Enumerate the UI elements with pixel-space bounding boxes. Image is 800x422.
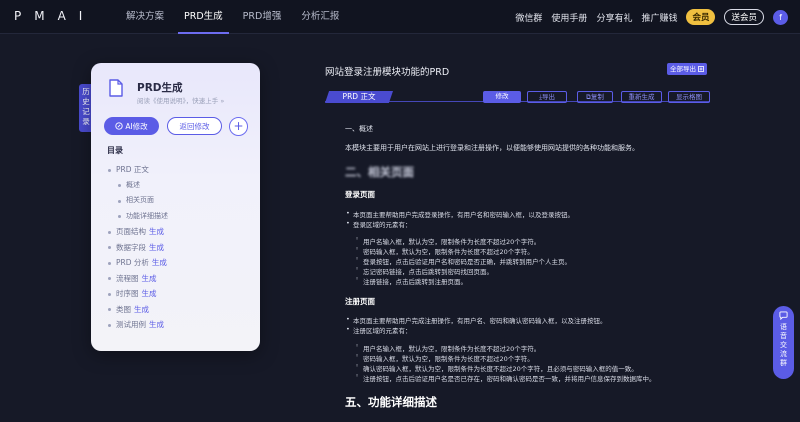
toc-item-label: 数据字段 — [116, 242, 146, 252]
toc-generate-link[interactable]: 生成 — [134, 305, 149, 314]
section-related-pages-heading: 二、相关页面 — [345, 165, 414, 179]
list-item: 密码输入框，默认为空，限制条件为长度不超过20个字符。 — [355, 245, 534, 256]
ai-edit-icon — [115, 122, 123, 130]
nav-right: 微信群 使用手册 分享有礼 推广赚钱 会员 送会员 f — [515, 0, 788, 34]
toc-item-label: PRD 分析 — [116, 258, 149, 267]
toc-item[interactable]: PRD 正文 — [107, 162, 257, 178]
nav-item-solutions[interactable]: 解决方案 — [116, 0, 174, 34]
list-item: 忘记密码链接，点击后跳转到密码找回页面。 — [355, 265, 493, 276]
toc-generate-link[interactable]: 生成 — [149, 243, 164, 252]
voice-group-button[interactable]: 语音交流群 — [773, 306, 794, 379]
toc-item[interactable]: 概述 — [107, 178, 257, 194]
toc-item-label: 概述 — [126, 180, 140, 189]
copy-button[interactable]: ⧉复制 — [577, 91, 613, 103]
toc-item-label: 功能详细描述 — [126, 211, 168, 220]
back-edit-button[interactable]: 返回修改 — [167, 117, 222, 135]
toc-item-label: 页面结构 — [116, 227, 146, 236]
list-item: 登录按钮，点击后验证用户名和密码是否正确，并跳转到用户个人主页。 — [355, 255, 571, 266]
top-nav-bar: PMAI 解决方案 PRD生成 PRD增强 分析汇报 微信群 使用手册 分享有礼… — [0, 0, 800, 34]
nav-item-prd-generate[interactable]: PRD生成 — [174, 0, 233, 34]
list-item: 注册区域的元素有： — [346, 325, 411, 335]
nav-link-share-reward[interactable]: 分享有礼 — [596, 11, 632, 24]
nav-link-promote-earn[interactable]: 推广赚钱 — [641, 11, 677, 24]
toc-item-label: 相关页面 — [126, 196, 154, 204]
add-button[interactable]: + — [229, 117, 248, 136]
section-overview-heading: 一、概述 — [345, 125, 373, 133]
toc-generate-link[interactable]: 生成 — [149, 227, 164, 236]
export-all-button[interactable]: 全部导出 — [667, 63, 708, 75]
toc-item[interactable]: 相关页面 — [107, 193, 257, 209]
nav-item-prd-enhance[interactable]: PRD增强 — [233, 0, 292, 34]
gift-membership-button[interactable]: 送会员 — [724, 9, 764, 25]
vip-button[interactable]: 会员 — [686, 9, 716, 25]
export-icon — [698, 66, 704, 72]
ai-edit-button[interactable]: AI修改 — [104, 117, 159, 135]
document-icon — [109, 79, 123, 97]
nav-link-wechat-group[interactable]: 微信群 — [515, 11, 542, 24]
ai-edit-label: AI修改 — [125, 121, 148, 131]
export-button[interactable]: ⤓导出 — [527, 91, 567, 103]
brand-logo[interactable]: PMAI — [14, 9, 95, 23]
list-item: 密码输入框，默认为空，限制条件为长度不超过20个字符。 — [355, 352, 534, 363]
toc-list: PRD 正文 概述 相关页面 功能详细描述 页面结构 生成 数据字段 生成 PRD 分析 生成 流程… — [107, 162, 257, 333]
voice-group-label: 语音交流群 — [780, 323, 787, 367]
toc-item-label: 类图 — [116, 304, 131, 314]
toc-generate-link[interactable]: 生成 — [142, 274, 157, 283]
list-item: 注册链接，点击后跳转到注册页面。 — [355, 275, 467, 286]
toc-generate-link[interactable]: 生成 — [142, 289, 157, 298]
prd-sidebar-card: PRD生成 阅读《使用说明》，快速上手 » AI修改 返回修改 + 目录 PRD… — [91, 63, 260, 351]
copy-label: 复制 — [590, 93, 604, 101]
register-page-heading: 注册页面 — [345, 297, 375, 306]
regenerate-button[interactable]: 重新生成 — [621, 91, 662, 103]
toc-item[interactable]: 流程图 生成 — [107, 271, 257, 287]
edit-button[interactable]: 修改 — [483, 91, 521, 103]
toc-item[interactable]: 页面结构 生成 — [107, 224, 257, 240]
prd-document-body: 一、概述 本模块主要用于用户在网站上进行登录和注册操作，以便能够使用网站提供的各… — [325, 112, 710, 422]
toc-item-label: 测试用例 — [116, 320, 146, 329]
sidebar-title: PRD生成 — [137, 82, 183, 94]
list-item: 本页面主要帮助用户完成登录操作，有用户名和密码输入框，以及登录按钮。 — [346, 209, 574, 219]
toc-item[interactable]: 测试用例 生成 — [107, 317, 257, 333]
avatar[interactable]: f — [773, 9, 788, 25]
toc-title: 目录 — [107, 146, 123, 155]
show-grid-button[interactable]: 显示格图 — [668, 91, 710, 103]
list-item: 用户名输入框，默认为空，限制条件为长度不超过20个字符。 — [355, 235, 540, 246]
toc-item-label: 流程图 — [116, 273, 139, 283]
nav-item-analysis-report[interactable]: 分析汇报 — [291, 0, 349, 34]
toc-item-label: PRD 正文 — [116, 165, 149, 174]
list-item: 用户名输入框，默认为空，限制条件为长度不超过20个字符。 — [355, 342, 540, 353]
section-feature-details-heading: 五、功能详细描述 — [345, 395, 437, 409]
document-title: 网站登录注册模块功能的PRD — [325, 67, 450, 78]
list-item: 本页面主要帮助用户完成注册操作，有用户名、密码和确认密码输入框，以及注册按钮。 — [346, 315, 606, 325]
list-item: 注册按钮，点击后验证用户名是否已存在，密码和确认密码是否一致，并将用户信息保存到… — [355, 372, 655, 383]
export-all-label: 全部导出 — [670, 65, 696, 73]
overview-text: 本模块主要用于用户在网站上进行登录和注册操作，以便能够使用网站提供的各种功能和服… — [345, 144, 639, 152]
list-item: 确认密码输入框，默认为空，限制条件为长度不超过20个字符，且必须与密码输入框的值… — [355, 362, 638, 373]
toc-item[interactable]: PRD 分析 生成 — [107, 255, 257, 271]
toc-item-label: 时序图 — [116, 289, 139, 298]
login-page-heading: 登录页面 — [345, 190, 375, 199]
toc-item[interactable]: 时序图 生成 — [107, 286, 257, 302]
toc-item[interactable]: 功能详细描述 — [107, 209, 257, 225]
main-nav: 解决方案 PRD生成 PRD增强 分析汇报 — [116, 0, 349, 34]
toc-generate-link[interactable]: 生成 — [149, 320, 164, 329]
chat-bubble-icon — [779, 311, 788, 320]
toc-generate-link[interactable]: 生成 — [152, 258, 167, 267]
toc-item[interactable]: 类图 生成 — [107, 302, 257, 318]
nav-link-manual[interactable]: 使用手册 — [551, 11, 587, 24]
export-label: 导出 — [541, 93, 555, 101]
list-item: 登录区域的元素有： — [346, 219, 411, 229]
usage-guide-link[interactable]: 阅读《使用说明》，快速上手 » — [137, 95, 224, 105]
tab-prd-body[interactable]: PRD 正文 — [325, 91, 393, 103]
toc-item[interactable]: 数据字段 生成 — [107, 240, 257, 256]
